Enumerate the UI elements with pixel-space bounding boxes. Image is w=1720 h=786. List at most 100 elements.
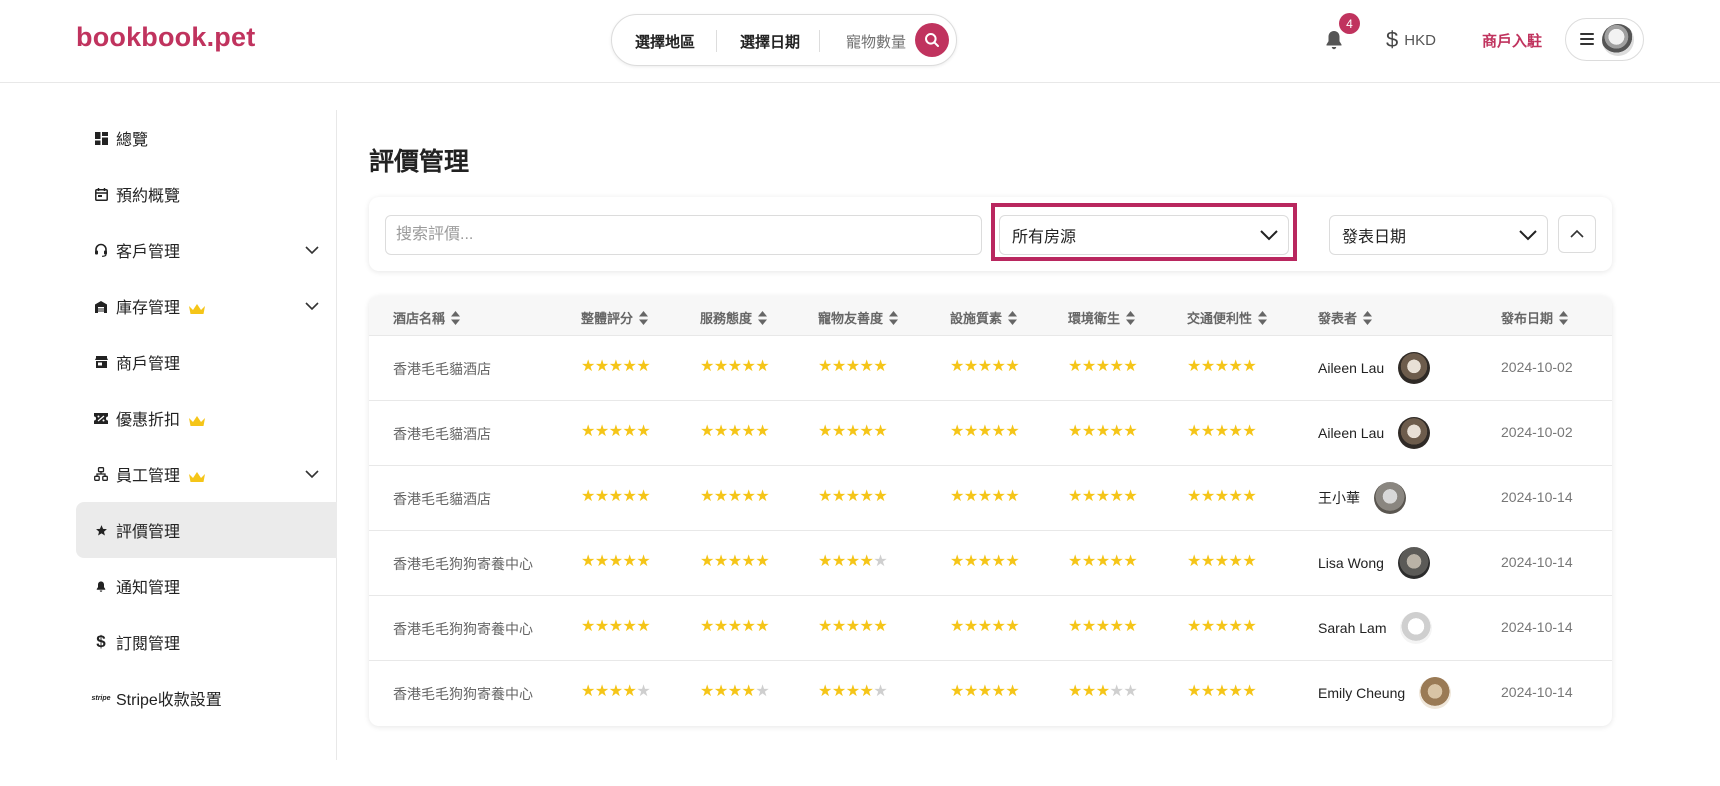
hotel-name: 香港毛毛狗狗寄養中心 <box>393 621 533 637</box>
column-header[interactable]: 發表者 <box>1318 308 1373 327</box>
table-row[interactable]: 香港毛毛貓酒店 ★★★★★ ★★★★★ ★★★★★ ★★★★★ ★★★★★ ★★★★★ 王小華… <box>369 466 1612 531</box>
currency-label: HKD <box>1404 31 1436 49</box>
star-rating: ★★★★★ <box>818 553 888 571</box>
search-bar[interactable]: 選擇地區 選擇日期 寵物數量 <box>611 14 957 66</box>
star-icon: ★ <box>581 553 595 570</box>
chevron-down-icon[interactable] <box>305 467 319 481</box>
star-icon: ★ <box>622 683 637 700</box>
column-header[interactable]: 酒店名稱 <box>393 308 461 327</box>
stripe-icon: stripe <box>91 694 111 702</box>
sidebar-item-inventory[interactable]: 庫存管理 <box>76 278 337 334</box>
chevron-down-icon[interactable] <box>305 243 319 257</box>
logo[interactable]: bookbook.pet <box>76 22 255 53</box>
star-icon: ★ <box>622 618 637 635</box>
hotel-name: 香港毛毛貓酒店 <box>393 491 491 507</box>
table-row[interactable]: 香港毛毛狗狗寄養中心 ★★★★★ ★★★★★ ★★★★★ ★★★★★ ★★★★★ ★★★★★… <box>369 661 1612 726</box>
star-icon: ★ <box>1214 553 1229 570</box>
star-icon: ★ <box>608 618 623 635</box>
sort-icon <box>1363 310 1373 325</box>
sidebar-item-staff[interactable]: 員工管理 <box>76 446 337 502</box>
sidebar-item-notifications[interactable]: 通知管理 <box>76 558 337 614</box>
sort-select[interactable]: 發表日期 <box>1329 215 1548 255</box>
star-icon: ★ <box>622 553 637 570</box>
user-menu-button[interactable] <box>1565 18 1644 61</box>
star-icon: ★ <box>1095 618 1110 635</box>
star-icon: ★ <box>1005 618 1020 635</box>
column-header[interactable]: 設施質素 <box>950 308 1018 327</box>
star-icon: ★ <box>1109 488 1124 505</box>
sort-direction-button[interactable] <box>1558 215 1596 253</box>
star-icon: ★ <box>1081 618 1096 635</box>
column-header[interactable]: 發布日期 <box>1501 308 1569 327</box>
sidebar-item-bookings[interactable]: 預約概覽 <box>76 166 337 222</box>
star-icon: ★ <box>963 683 978 700</box>
search-button[interactable] <box>915 23 949 57</box>
star-rating: ★★★★★ <box>700 618 770 636</box>
column-header[interactable]: 服務態度 <box>700 308 768 327</box>
column-header[interactable]: 環境衛生 <box>1068 308 1136 327</box>
star-icon: ★ <box>700 683 714 700</box>
star-icon: ★ <box>1187 683 1201 700</box>
star-icon: ★ <box>1200 488 1215 505</box>
star-icon: ★ <box>1242 618 1257 635</box>
star-icon: ★ <box>636 488 651 505</box>
merchant-signup-link[interactable]: 商戶入駐 <box>1482 30 1542 51</box>
sidebar-item-merchant[interactable]: 商戶管理 <box>76 334 337 390</box>
table-row[interactable]: 香港毛毛貓酒店 ★★★★★ ★★★★★ ★★★★★ ★★★★★ ★★★★★ ★★★★★ Ail… <box>369 401 1612 466</box>
review-search-input[interactable] <box>385 215 982 255</box>
reviewer-name: Sarah Lam <box>1318 620 1387 636</box>
star-icon: ★ <box>622 488 637 505</box>
currency-selector[interactable]: $ HKD <box>1386 27 1436 52</box>
star-icon: ★ <box>991 618 1006 635</box>
sort-icon <box>639 310 649 325</box>
divider <box>819 30 820 52</box>
star-icon: ★ <box>991 683 1006 700</box>
sidebar-item-text: 員工管理 <box>116 468 181 485</box>
notification-badge: 4 <box>1339 13 1360 34</box>
sidebar: 總覽 預約概覽 客戶管理 庫存管理 商戶管理 優惠折扣 員工管理 評價管理 通知… <box>76 110 337 760</box>
star-icon: ★ <box>977 618 992 635</box>
star-icon: ★ <box>1228 358 1243 375</box>
property-select[interactable]: 所有房源 <box>999 215 1289 255</box>
reviewer-name: Aileen Lau <box>1318 360 1385 376</box>
star-icon: ★ <box>963 618 978 635</box>
star-icon: ★ <box>727 488 742 505</box>
sidebar-item-customers[interactable]: 客戶管理 <box>76 222 337 278</box>
star-icon: ★ <box>755 683 770 700</box>
star-icon: ★ <box>700 618 714 635</box>
chevron-down-icon[interactable] <box>305 299 319 313</box>
star-rating: ★★★★★ <box>1068 618 1138 636</box>
star-icon: ★ <box>1005 423 1020 440</box>
star-icon: ★ <box>581 358 595 375</box>
star-icon: ★ <box>1242 488 1257 505</box>
table-row[interactable]: 香港毛毛狗狗寄養中心 ★★★★★ ★★★★★ ★★★★★ ★★★★★ ★★★★★ ★★★★★… <box>369 531 1612 596</box>
star-rating: ★★★★★ <box>950 423 1020 441</box>
column-header[interactable]: 寵物友善度 <box>818 308 899 327</box>
sidebar-item-stripe[interactable]: stripe Stripe收款設置 <box>76 670 337 726</box>
star-rating: ★★★★★ <box>1187 683 1257 701</box>
star-icon: ★ <box>991 358 1006 375</box>
sidebar-item-discounts[interactable]: 優惠折扣 <box>76 390 337 446</box>
pet-count-selector[interactable]: 寵物數量 <box>846 31 906 52</box>
star-icon: ★ <box>594 423 609 440</box>
top-header: bookbook.pet 選擇地區 選擇日期 寵物數量 4 $ HKD 商戶入駐 <box>0 0 1720 83</box>
sidebar-item-subscription[interactable]: $ 訂閱管理 <box>76 614 337 670</box>
table-row[interactable]: 香港毛毛狗狗寄養中心 ★★★★★ ★★★★★ ★★★★★ ★★★★★ ★★★★★ ★★★★★… <box>369 596 1612 661</box>
sidebar-item-overview[interactable]: 總覽 <box>76 110 337 166</box>
star-rating: ★★★★★ <box>1187 553 1257 571</box>
column-header[interactable]: 交通便利性 <box>1187 308 1268 327</box>
date-selector[interactable]: 選擇日期 <box>740 31 800 52</box>
search-icon <box>925 33 939 47</box>
column-header[interactable]: 整體評分 <box>581 308 649 327</box>
star-icon: ★ <box>963 358 978 375</box>
warehouse-icon <box>93 298 109 314</box>
star-icon: ★ <box>581 683 595 700</box>
table-row[interactable]: 香港毛毛貓酒店 ★★★★★ ★★★★★ ★★★★★ ★★★★★ ★★★★★ ★★★★★ Ail… <box>369 336 1612 401</box>
star-rating: ★★★★★ <box>1187 488 1257 506</box>
sort-icon <box>1008 310 1018 325</box>
region-selector[interactable]: 選擇地區 <box>635 31 695 52</box>
star-icon: ★ <box>1109 553 1124 570</box>
star-icon: ★ <box>1109 683 1124 700</box>
sidebar-item-reviews[interactable]: 評價管理 <box>76 502 337 558</box>
star-icon: ★ <box>1109 618 1124 635</box>
